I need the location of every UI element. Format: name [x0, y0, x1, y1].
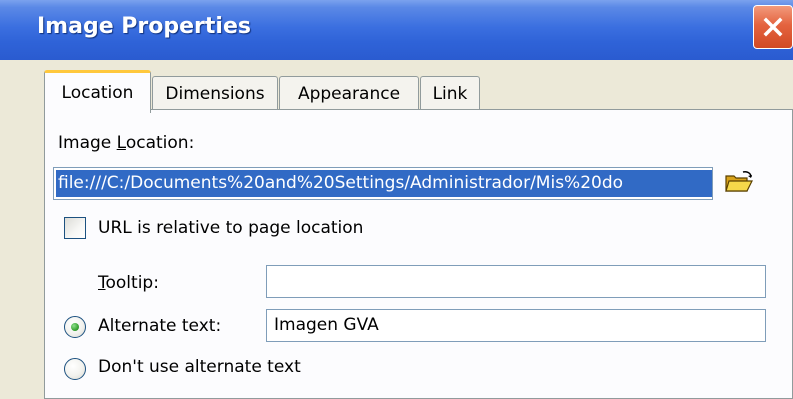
close-icon: [763, 17, 783, 37]
tab-appearance[interactable]: Appearance: [279, 76, 419, 110]
tab-link[interactable]: Link: [420, 76, 480, 110]
relative-url-label: URL is relative to page location: [98, 218, 364, 238]
image-location-input[interactable]: file:///C:/Documents%20and%20Settings/Ad…: [53, 167, 713, 200]
tab-dimensions[interactable]: Dimensions: [152, 76, 278, 110]
alternate-text-radio[interactable]: [64, 316, 86, 338]
tab-appearance-label: Appearance: [297, 83, 401, 104]
tooltip-input[interactable]: [266, 265, 766, 298]
no-alternate-text-label: Don't use alternate text: [98, 357, 301, 377]
image-location-label: Image Location:: [58, 133, 195, 153]
choose-file-button[interactable]: [724, 170, 754, 196]
radio-selected-dot: [71, 323, 79, 331]
close-button[interactable]: [753, 5, 793, 49]
tab-location[interactable]: Location: [44, 70, 151, 113]
tab-dimensions-label: Dimensions: [165, 83, 265, 104]
title-bar[interactable]: Image Properties: [0, 0, 793, 60]
alternate-text-label: Alternate text:: [98, 316, 222, 336]
tab-location-label: Location: [61, 83, 134, 103]
tooltip-label: Tooltip:: [98, 273, 159, 293]
open-folder-icon: [725, 171, 753, 192]
image-location-value: file:///C:/Documents%20and%20Settings/Ad…: [56, 170, 712, 197]
relative-url-checkbox[interactable]: [64, 217, 86, 239]
alternate-text-input[interactable]: Imagen GVA: [266, 309, 766, 342]
no-alternate-text-radio[interactable]: [64, 358, 86, 380]
tab-link-label: Link: [432, 83, 468, 104]
window-title: Image Properties: [37, 14, 251, 39]
